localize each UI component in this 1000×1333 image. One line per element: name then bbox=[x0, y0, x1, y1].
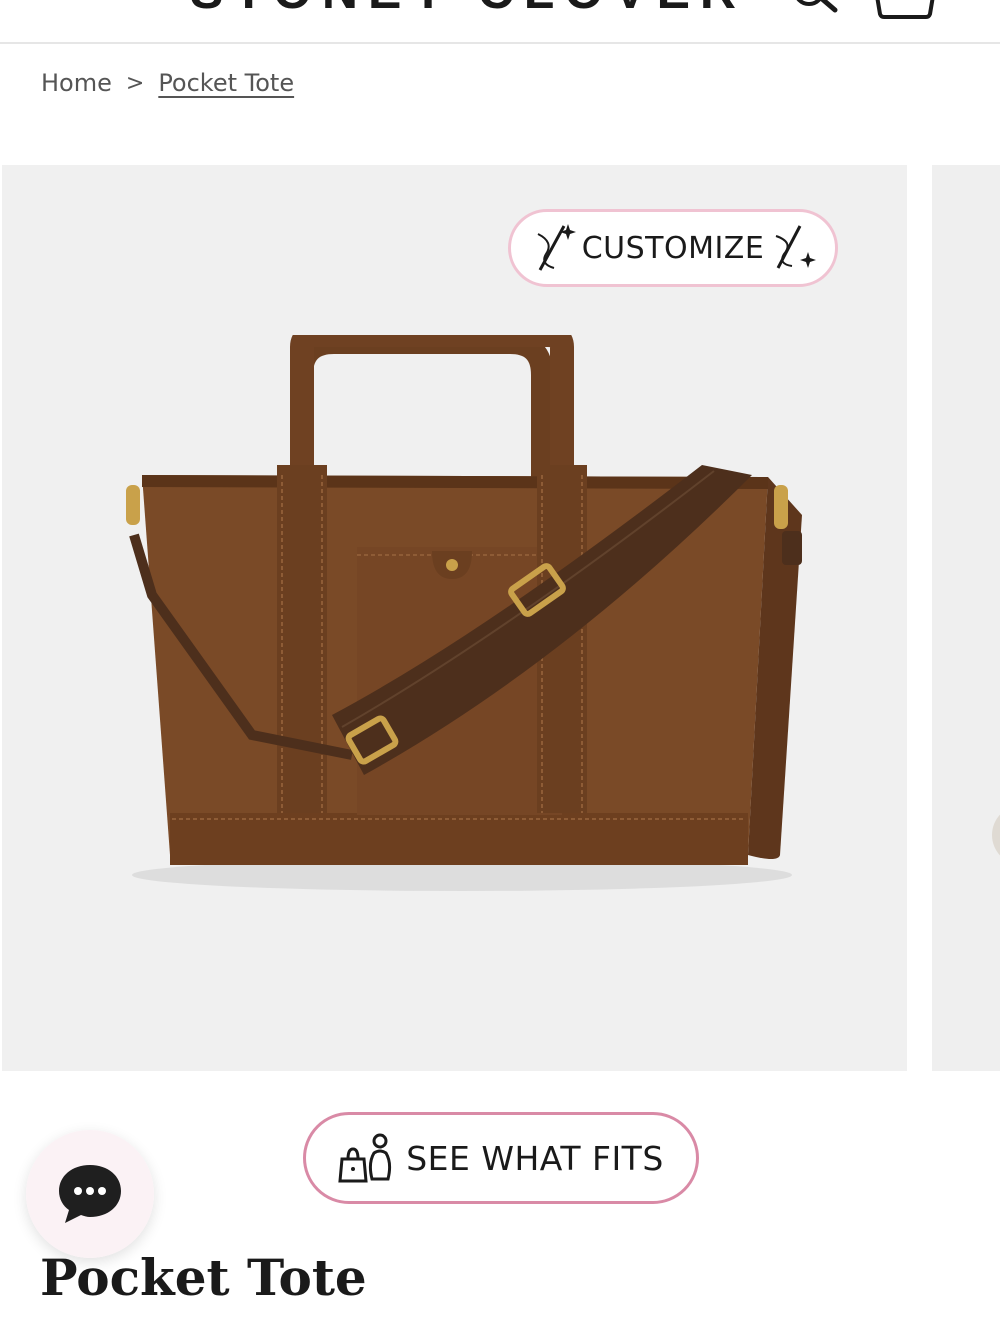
product-image bbox=[126, 335, 802, 891]
breadcrumb-current-link[interactable]: Pocket Tote bbox=[158, 69, 294, 97]
breadcrumb-home-link[interactable]: Home bbox=[41, 69, 112, 97]
site-header: STONEY CLOVER LANE bbox=[0, 0, 1000, 44]
next-image-preview bbox=[992, 805, 1000, 865]
brand-logo[interactable]: STONEY CLOVER LANE bbox=[190, 0, 750, 22]
search-icon[interactable] bbox=[795, 0, 843, 20]
bag-and-person-icon bbox=[338, 1133, 392, 1183]
breadcrumb-separator: > bbox=[125, 70, 145, 96]
see-what-fits-button[interactable]: SEE WHAT FITS bbox=[303, 1112, 699, 1204]
shopping-bag-icon[interactable] bbox=[872, 0, 938, 20]
chat-bubble-icon bbox=[59, 1165, 121, 1223]
product-image-slide[interactable]: CUSTOMIZE bbox=[2, 165, 907, 1071]
product-title: Pocket Tote bbox=[40, 1248, 367, 1307]
product-gallery[interactable]: CUSTOMIZE bbox=[0, 165, 1000, 1071]
customize-button[interactable]: CUSTOMIZE bbox=[508, 209, 838, 287]
sparkle-needle-icon bbox=[537, 224, 576, 271]
chat-launcher-button[interactable] bbox=[26, 1130, 154, 1258]
customize-label: CUSTOMIZE bbox=[581, 230, 765, 266]
sparkle-needle-icon bbox=[775, 225, 817, 269]
hamburger-menu-icon[interactable] bbox=[38, 0, 102, 4]
breadcrumb: Home > Pocket Tote bbox=[41, 68, 294, 98]
see-what-fits-label: SEE WHAT FITS bbox=[406, 1138, 664, 1178]
next-image-slide[interactable] bbox=[932, 165, 1000, 1071]
